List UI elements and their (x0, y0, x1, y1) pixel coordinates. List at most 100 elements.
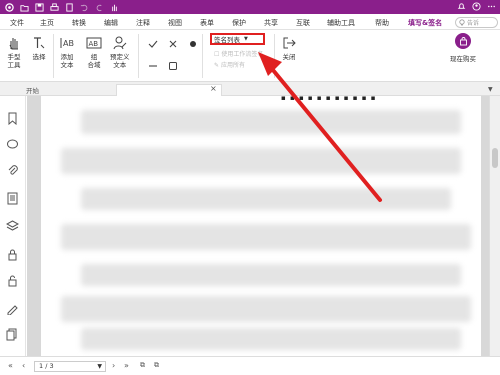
add-text-button[interactable]: AB 添加 文本 (59, 35, 75, 69)
document-page: ▪ ▪ ▪ ▪ ▪ ▪ ▪ ▪ ▪ ▪ ▪ (41, 96, 481, 356)
lightbulb-icon (459, 19, 465, 26)
rectangle-icon[interactable] (168, 61, 178, 71)
cross-mark-icon[interactable] (168, 39, 178, 49)
notification-bell-icon[interactable] (457, 2, 466, 11)
svg-text:AB: AB (89, 40, 99, 48)
signature-pen-icon[interactable] (6, 302, 19, 315)
comment-icon[interactable] (6, 138, 19, 151)
hand-quick-icon[interactable] (109, 2, 120, 12)
blurred-content (81, 188, 451, 210)
more-options-icon[interactable] (487, 2, 496, 11)
last-page-icon[interactable]: » (124, 361, 129, 370)
new-document-icon[interactable] (64, 2, 75, 12)
menu-file[interactable]: 文件 (10, 18, 24, 28)
left-sidebar (0, 96, 26, 356)
predefined-text-label: 预定义 文本 (110, 53, 130, 69)
first-page-icon[interactable]: « (8, 361, 13, 370)
status-bar: « ‹ 1 / 3 ▼ › » ⧉ ⧉ (0, 356, 500, 375)
menu-fill-sign[interactable]: 填写&签名 (405, 18, 445, 32)
open-folder-icon[interactable] (19, 2, 30, 12)
thumbnail-icon[interactable] (6, 192, 19, 205)
document-view[interactable]: ▪ ▪ ▪ ▪ ▪ ▪ ▪ ▪ ▪ ▪ ▪ (27, 96, 489, 356)
user-account-icon[interactable] (472, 2, 481, 11)
menu-convert[interactable]: 转换 (72, 18, 86, 28)
vertical-scrollbar[interactable] (489, 96, 500, 356)
scrollbar-thumb[interactable] (492, 148, 498, 168)
combined-field-icon: AB (86, 37, 102, 49)
predefined-text-button[interactable]: 预定义 文本 (110, 35, 130, 69)
print-icon[interactable] (49, 2, 60, 12)
menu-share[interactable]: 共享 (264, 18, 278, 28)
page-indicator: 1 / 3 (39, 362, 54, 370)
tab-document[interactable] (116, 84, 222, 96)
text-cursor-icon (34, 37, 45, 49)
page-number-input[interactable]: 1 / 3 ▼ (34, 361, 106, 372)
blurred-content (61, 224, 471, 250)
workflow-sign-label: 使用工作流签名 (221, 51, 264, 58)
signature-list-label: 签名列表 (214, 36, 240, 44)
pen-icon: ✎ (214, 62, 220, 69)
user-pen-icon (113, 36, 127, 50)
select-button[interactable]: 选择 (31, 35, 47, 61)
buy-now-label: 现在购买 (450, 55, 476, 63)
add-text-icon: AB (60, 38, 74, 48)
blurred-content (81, 328, 461, 350)
previous-page-icon[interactable]: ‹ (22, 361, 25, 370)
line-icon[interactable] (148, 61, 158, 71)
chevron-down-icon: ▼ (97, 363, 102, 370)
security-icon[interactable] (6, 248, 19, 261)
blurred-content (61, 296, 471, 322)
chevron-down-icon[interactable]: ▼ (488, 86, 493, 93)
menu-help[interactable]: 帮助 (375, 18, 389, 28)
dot-icon[interactable] (189, 40, 197, 48)
rotate-view-icon[interactable]: ⧉ (154, 361, 159, 370)
bookmark-icon[interactable] (6, 112, 19, 125)
menu-home[interactable]: 主页 (40, 18, 54, 28)
menu-comment[interactable]: 注释 (136, 18, 150, 28)
ribbon-divider (202, 34, 203, 78)
signature-list-dropdown[interactable]: 签名列表 ▼ (210, 33, 265, 45)
svg-text:AB: AB (63, 39, 74, 48)
add-text-label: 添加 文本 (60, 53, 74, 69)
search-box[interactable]: 告诉 (455, 17, 498, 28)
attachment-icon[interactable] (6, 164, 19, 177)
search-placeholder: 告诉 (467, 20, 480, 27)
apply-all-option[interactable]: ✎ 应用所有 (214, 60, 245, 69)
menu-form[interactable]: 表单 (200, 18, 214, 28)
menu-protect[interactable]: 保护 (232, 18, 246, 28)
undo-icon[interactable] (79, 2, 90, 12)
ribbon-toolbar: 手型 工具 选择 AB 添加 文本 AB 组 合域 预定义 文本 签名列表 ▼ … (0, 30, 500, 82)
shopping-bag-icon (455, 33, 471, 49)
blurred-content (61, 148, 461, 174)
menu-accessibility[interactable]: 辅助工具 (327, 18, 355, 28)
redo-icon[interactable] (94, 2, 105, 12)
close-button[interactable]: 关闭 (281, 35, 297, 61)
next-page-icon[interactable]: › (112, 361, 115, 370)
page-header-text: ▪ ▪ ▪ ▪ ▪ ▪ ▪ ▪ ▪ ▪ ▪ (281, 96, 377, 102)
menu-edit[interactable]: 编辑 (104, 18, 118, 28)
save-icon[interactable] (34, 2, 45, 12)
exit-icon (283, 37, 296, 49)
combined-field-button[interactable]: AB 组 合域 (86, 35, 102, 69)
layers-icon[interactable] (6, 220, 19, 233)
chevron-down-icon: ▼ (244, 36, 248, 42)
select-label: 选择 (32, 53, 46, 61)
combined-field-label: 组 合域 (87, 53, 101, 69)
pages-icon[interactable] (6, 328, 19, 341)
checkbox-icon: ☐ (214, 51, 220, 58)
close-tab-icon[interactable]: × (210, 84, 217, 93)
menu-connect[interactable]: 互联 (296, 18, 310, 28)
workflow-sign-option[interactable]: ☐ 使用工作流签名 (214, 49, 263, 58)
menu-view[interactable]: 视图 (168, 18, 182, 28)
ribbon-divider (274, 34, 275, 78)
checkmark-icon[interactable] (148, 39, 158, 49)
tab-start[interactable]: 开始 (26, 85, 39, 95)
close-label: 关闭 (282, 53, 296, 61)
apply-all-label: 应用所有 (220, 62, 245, 69)
lock-icon[interactable] (6, 274, 19, 287)
page-view-icon[interactable]: ⧉ (140, 361, 145, 370)
menu-bar: 文件 主页 转换 编辑 注释 视图 表单 保护 共享 互联 辅助工具 帮助 填写… (0, 14, 500, 32)
buy-now-button[interactable]: 现在购买 (450, 33, 476, 63)
hand-tool-button[interactable]: 手型 工具 (6, 35, 22, 69)
app-logo-icon (4, 2, 15, 12)
